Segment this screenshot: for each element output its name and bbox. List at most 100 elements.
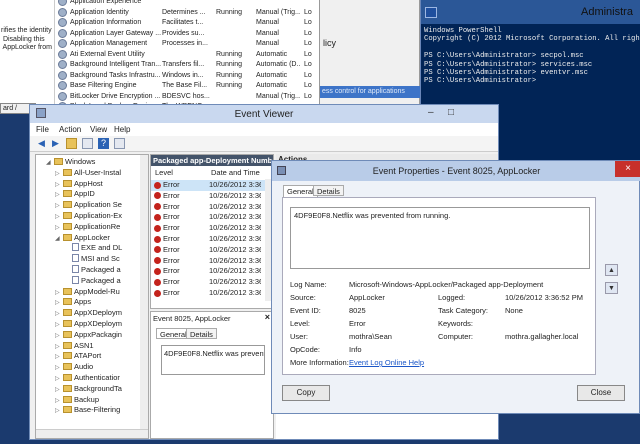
close-dialog-button[interactable]: Close (577, 385, 625, 401)
expand-arrow-icon[interactable]: ▷ (55, 320, 63, 330)
tree-node[interactable]: ▷ Base-Filtering (55, 405, 120, 415)
tree-node[interactable]: ▷ ASN1 (55, 341, 94, 351)
expand-arrow-icon[interactable]: ▷ (55, 309, 63, 319)
expand-arrow-icon[interactable]: ▷ (55, 212, 63, 222)
expand-arrow-icon[interactable]: ▷ (55, 223, 63, 233)
expand-arrow-icon[interactable]: ▷ (55, 406, 63, 416)
tree-node[interactable]: ▷ AppID (55, 189, 95, 199)
service-status: Running (216, 61, 243, 68)
service-row[interactable]: Application Layer Gateway ... Provides su… (56, 28, 319, 39)
next-event-icon[interactable]: ▼ (605, 282, 618, 294)
expand-arrow-icon[interactable]: ◢ (46, 158, 54, 168)
expand-arrow-icon[interactable]: ▷ (55, 190, 63, 200)
maximize-icon[interactable]: □ (448, 107, 454, 118)
forward-arrow-icon[interactable]: ▶ (50, 138, 61, 149)
tree-node[interactable]: ▷ All-User-Instal (55, 168, 121, 178)
service-row[interactable]: Application Management Processes in... Man… (56, 38, 319, 49)
service-row[interactable]: Base Filtering Engine The Base Fil... Runn… (56, 80, 319, 91)
event-detail-message[interactable]: 4DF9E0F8.Netflix was prevented (161, 345, 265, 375)
menu-file[interactable]: File (36, 125, 49, 134)
event-row[interactable]: Error 10/26/2012 3:36:1... (151, 288, 273, 299)
expand-arrow-icon[interactable]: ▷ (55, 363, 63, 373)
copy-button[interactable]: Copy (282, 385, 330, 401)
tree-node[interactable]: EXE and DL (64, 243, 122, 253)
tree-node[interactable]: ▷ Audio (55, 362, 93, 372)
tab-details[interactable]: Details (186, 328, 217, 339)
tree-node[interactable]: ◢ Windows (46, 157, 95, 167)
expand-arrow-icon[interactable]: ▷ (55, 288, 63, 298)
tree-node[interactable]: Packaged a (64, 265, 121, 275)
tree-node[interactable]: ▷ ApplicationRe (55, 222, 120, 232)
minimize-icon[interactable]: – (428, 107, 434, 118)
event-viewer-titlebar[interactable]: Event Viewer – □ (30, 105, 498, 123)
show-hide-pane-icon[interactable] (114, 138, 125, 149)
expand-arrow-icon[interactable]: ▷ (55, 201, 63, 211)
tree-node[interactable]: ◢ AppLocker (55, 233, 110, 243)
service-row[interactable]: Application Information Facilitates t... M… (56, 17, 319, 28)
close-icon[interactable]: × (265, 312, 270, 322)
tree-node[interactable]: ▷ Apps (55, 297, 91, 307)
event-row[interactable]: Error 10/26/2012 3:36:3... (151, 234, 273, 245)
properties-icon[interactable] (82, 138, 93, 149)
service-row[interactable]: Ati External Event Utility Running Automat… (56, 49, 319, 60)
tree-node[interactable]: MSI and Sc (64, 254, 120, 264)
event-row[interactable]: Error 10/26/2012 3:36:4... (151, 212, 273, 223)
log-icon (72, 243, 79, 252)
event-row[interactable]: Error 10/26/2012 3:36:5... (151, 180, 273, 191)
event-properties-titlebar[interactable]: Event Properties - Event 8025, AppLocker… (272, 161, 640, 181)
previous-event-icon[interactable]: ▲ (605, 264, 618, 276)
policy-label: licy (323, 38, 336, 48)
event-row[interactable]: Error 10/26/2012 3:36:4... (151, 202, 273, 213)
menu-help[interactable]: Help (114, 125, 130, 134)
event-message[interactable]: 4DF9E0F8.Netflix was prevented from runn… (290, 207, 590, 269)
column-date-time[interactable]: Date and Time (211, 168, 260, 177)
error-icon (154, 224, 161, 232)
tab-details[interactable]: Details (313, 185, 344, 196)
help-icon[interactable]: ? (98, 138, 109, 149)
expand-arrow-icon[interactable]: ▷ (55, 331, 63, 341)
event-row[interactable]: Error 10/26/2012 3:36:3... (151, 223, 273, 234)
column-level[interactable]: Level (155, 168, 173, 177)
event-row[interactable]: Error 10/26/2012 3:36:2... (151, 245, 273, 256)
service-row[interactable]: Background Tasks Infrastru... Windows in.… (56, 70, 319, 81)
tree-node[interactable]: ▷ AppHost (55, 179, 103, 189)
tree-node[interactable]: Packaged a (64, 275, 121, 286)
expand-arrow-icon[interactable]: ▷ (55, 352, 63, 362)
tree-node[interactable]: ▷ AppXDeploym (55, 308, 122, 318)
event-log-online-help-link[interactable]: Event Log Online Help (349, 358, 424, 367)
close-button[interactable]: × (615, 161, 640, 177)
tree-node[interactable]: ▷ BackgroundTa (55, 384, 122, 394)
tree-horizontal-scrollbar[interactable] (36, 429, 148, 438)
tree-node[interactable]: ▷ ATAPort (55, 351, 101, 361)
tree-node[interactable]: ▷ Backup (55, 395, 99, 405)
expand-arrow-icon[interactable]: ◢ (55, 234, 63, 244)
powershell-console-text[interactable]: Windows PowerShell Copyright (C) 2012 Mi… (424, 27, 640, 86)
tree-node[interactable]: ▷ Authenticatior (55, 373, 120, 383)
powershell-titlebar[interactable]: Administra (421, 0, 640, 24)
expand-arrow-icon[interactable]: ▷ (55, 169, 63, 179)
menu-view[interactable]: View (90, 125, 107, 134)
service-row[interactable]: Background Intelligent Tran... Transfers … (56, 59, 319, 70)
tree-node[interactable]: ▷ Application-Ex (55, 211, 122, 221)
expand-arrow-icon[interactable]: ▷ (55, 385, 63, 395)
expand-arrow-icon[interactable]: ▷ (55, 342, 63, 352)
expand-arrow-icon[interactable]: ▷ (55, 298, 63, 308)
tree-node[interactable]: ▷ AppXDeploym (55, 319, 122, 329)
menu-action[interactable]: Action (59, 125, 81, 134)
tree-node[interactable]: ▷ AppModel-Ru (55, 287, 120, 297)
application-control-link[interactable]: ess control for applications (320, 86, 420, 98)
tree-node[interactable]: ▷ Application Se (55, 200, 122, 210)
expand-arrow-icon[interactable]: ▷ (55, 180, 63, 190)
service-row[interactable]: BitLocker Drive Encryption ... BDESVC hos… (56, 91, 319, 102)
event-row[interactable]: Error 10/26/2012 3:36:5... (151, 191, 273, 202)
expand-arrow-icon[interactable]: ▷ (55, 396, 63, 406)
folder-up-icon[interactable] (66, 138, 77, 149)
service-row[interactable]: Application Identity Determines ... Runnin… (56, 7, 319, 18)
expand-arrow-icon[interactable]: ▷ (55, 374, 63, 384)
event-row[interactable]: Error 10/26/2012 3:36:1... (151, 266, 273, 277)
event-row[interactable]: Error 10/26/2012 3:36:2... (151, 256, 273, 267)
event-row[interactable]: Error 10/26/2012 3:36:1... (151, 277, 273, 288)
tree-vertical-scrollbar[interactable] (140, 155, 148, 430)
back-arrow-icon[interactable]: ◀ (36, 138, 47, 149)
tree-node[interactable]: ▷ AppxPackagin (55, 330, 122, 340)
